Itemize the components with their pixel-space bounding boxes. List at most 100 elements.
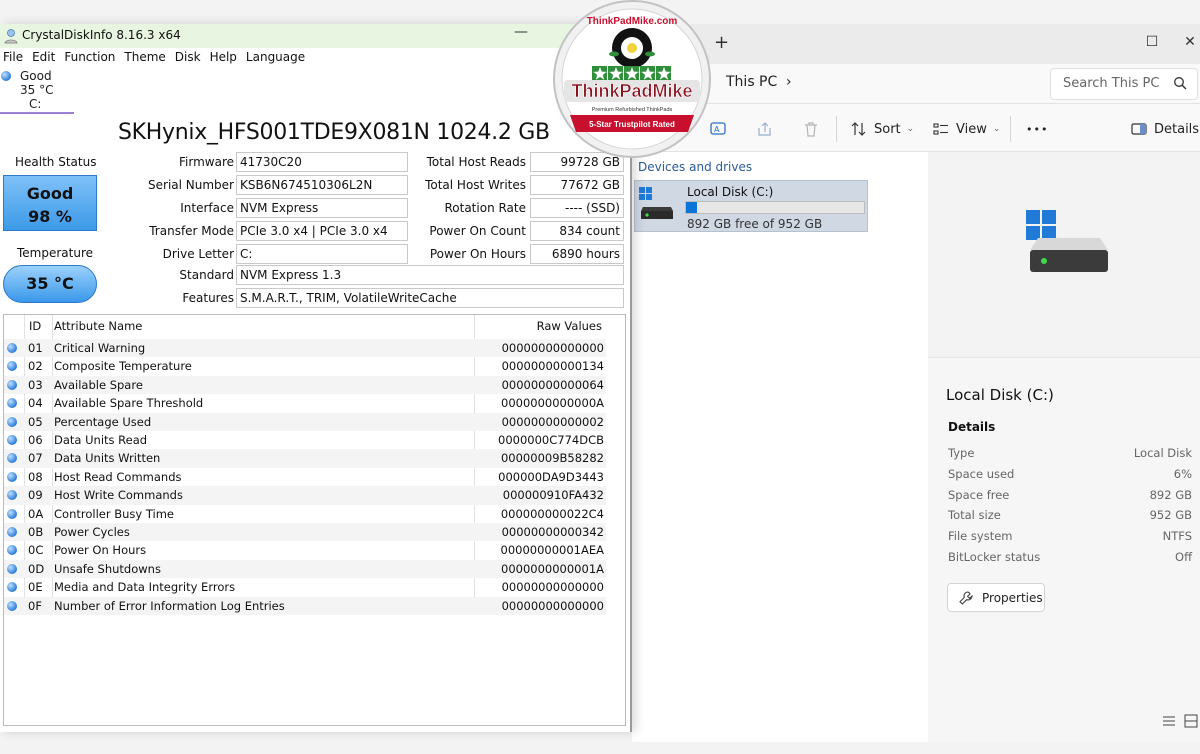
standard-value: NVM Express 1.3	[236, 265, 624, 285]
table-row[interactable]: 0F Number of Error Information Log Entrie…	[4, 596, 606, 615]
explorer-content: Devices and drives Local Disk (C:) 892 G…	[632, 152, 928, 742]
details-pane: Local Disk (C:) Details Type Local Disk Sp…	[928, 152, 1200, 742]
field-value: 41730C20	[236, 152, 408, 172]
field-value: NVM Express	[236, 198, 408, 218]
health-percent-value: 98 %	[28, 207, 72, 226]
header-attribute-name[interactable]: Attribute Name	[54, 319, 142, 333]
health-status-box[interactable]: Good 98 %	[3, 175, 97, 231]
attribute-raw-value: 00000000000002	[501, 414, 604, 429]
table-row[interactable]: 0A Controller Busy Time 000000000022C4	[4, 505, 606, 523]
status-dot-icon	[7, 490, 17, 501]
details-row: Space used 6%	[948, 467, 1192, 487]
share-button[interactable]	[756, 118, 774, 140]
new-tab-button[interactable]: +	[714, 34, 729, 52]
breadcrumb-this-pc[interactable]: This PC	[726, 74, 777, 90]
table-row[interactable]: 09 Host Write Commands 000000910FA432	[4, 486, 606, 505]
menu-item-file[interactable]: File	[3, 50, 23, 68]
details-value: 952 GB	[1149, 508, 1192, 523]
table-row[interactable]: 0D Unsafe Shutdowns 0000000000001A	[4, 559, 606, 579]
drive-tab-letter: C:	[29, 97, 42, 111]
header-id[interactable]: ID	[29, 319, 41, 333]
table-row[interactable]: 01 Critical Warning 00000000000000	[4, 339, 606, 358]
table-row[interactable]: 05 Percentage Used 00000000000002	[4, 412, 606, 431]
drive-label: Local Disk (C:)	[687, 185, 774, 199]
attribute-id: 0F	[28, 598, 42, 613]
maximize-button[interactable]: ☐	[1142, 34, 1162, 50]
menu-item-disk[interactable]: Disk	[175, 50, 201, 68]
menu-item-theme[interactable]: Theme	[124, 50, 165, 68]
rename-button[interactable]: A	[710, 118, 728, 140]
table-row[interactable]: 08 Host Read Commands 000000DA9D3443	[4, 468, 606, 486]
details-subtitle: Details	[948, 420, 996, 434]
field-label: Total Host Writes	[425, 178, 526, 192]
field-value: PCIe 3.0 x4 | PCIe 3.0 x4	[236, 221, 408, 241]
drive-tab-c[interactable]: Good 35 °C C:	[0, 68, 74, 114]
attribute-id: 08	[28, 469, 43, 484]
details-pane-icon	[1131, 123, 1147, 135]
menu-item-function[interactable]: Function	[64, 50, 115, 68]
share-icon	[758, 122, 771, 136]
attribute-id: 09	[28, 488, 43, 503]
attribute-id: 0B	[28, 525, 44, 539]
attribute-name: Available Spare	[54, 377, 143, 392]
attribute-raw-value: 00000000000000	[501, 580, 604, 595]
drive-tile-local-disk[interactable]: Local Disk (C:) 892 GB free of 952 GB	[634, 180, 868, 232]
crystaldiskinfo-app-icon	[4, 29, 18, 44]
tiles-view-icon[interactable]	[1184, 714, 1198, 728]
attribute-id: 03	[28, 377, 43, 392]
search-box[interactable]	[1050, 68, 1198, 100]
attribute-id: 01	[28, 341, 43, 355]
close-button[interactable]: ✕	[1180, 34, 1200, 50]
star-rating	[592, 66, 671, 81]
table-row[interactable]: 02 Composite Temperature 00000000000134	[4, 357, 606, 375]
view-button[interactable]: View ⌄	[932, 118, 1000, 140]
crystaldiskinfo-window: CrystalDiskInfo 8.16.3 x64 — File Edit Fun…	[0, 24, 632, 732]
menu-item-help[interactable]: Help	[210, 50, 237, 68]
table-row[interactable]: 0E Media and Data Integrity Errors 0000000…	[4, 578, 606, 596]
attribute-name: Percentage Used	[54, 414, 152, 429]
attribute-raw-value: 00000000000064	[501, 377, 604, 392]
field-value: 6890 hours	[530, 244, 624, 264]
status-dot-icon	[7, 453, 17, 464]
status-dot-icon	[7, 600, 17, 611]
sort-button[interactable]: Sort ⌄	[850, 118, 914, 140]
details-view-icon[interactable]	[1162, 714, 1176, 728]
status-dot-icon	[7, 471, 17, 482]
table-row[interactable]: 03 Available Spare 00000000000064	[4, 375, 606, 395]
chevron-down-icon: ⌄	[906, 124, 915, 134]
table-row[interactable]: 07 Data Units Written 00000009B58282	[4, 449, 606, 468]
menu-item-language[interactable]: Language	[246, 50, 305, 68]
field-label: Serial Number	[148, 178, 234, 192]
table-row[interactable]: 0C Power On Hours 00000000001AEA	[4, 541, 606, 559]
attribute-name: Host Read Commands	[54, 469, 182, 484]
table-row[interactable]: 04 Available Spare Threshold 0000000000000…	[4, 394, 606, 412]
field-label: Drive Letter	[162, 247, 234, 261]
details-row: Type Local Disk	[948, 446, 1192, 466]
attribute-raw-value: 00000000001AEA	[500, 543, 604, 558]
delete-button[interactable]	[802, 118, 820, 140]
minimize-button[interactable]: —	[514, 24, 528, 40]
details-pane-button[interactable]: Details	[1130, 118, 1199, 140]
breadcrumb-chevron-icon[interactable]: ›	[786, 74, 792, 90]
menu-item-edit[interactable]: Edit	[32, 50, 55, 68]
table-row[interactable]: 06 Data Units Read 0000000C774DCB	[4, 431, 606, 449]
sort-label: Sort	[874, 121, 901, 137]
search-input[interactable]	[1063, 76, 1171, 91]
attribute-raw-value: 0000000000001A	[501, 561, 604, 576]
header-raw-values[interactable]: Raw Values	[537, 319, 602, 333]
attribute-raw-value: 000000910FA432	[502, 488, 604, 503]
properties-button[interactable]: Properties	[947, 583, 1045, 612]
more-options-button[interactable]: •••	[1026, 118, 1048, 140]
attribute-raw-value: 00000000000342	[501, 525, 604, 539]
details-key: Space free	[948, 487, 1010, 502]
table-row[interactable]: 0B Power Cycles 00000000000342	[4, 523, 606, 542]
attribute-name: Power On Hours	[54, 543, 147, 558]
smart-table-header: ID Attribute Name Raw Values	[4, 319, 604, 337]
drive-model-title: SKHynix_HFS001TDE9X081N 1024.2 GB	[118, 120, 550, 145]
temperature-box[interactable]: 35 °C	[3, 265, 97, 303]
attribute-raw-value: 0000000000000A	[501, 396, 604, 411]
field-label: Transfer Mode	[149, 224, 234, 238]
toolbar-divider	[836, 116, 837, 142]
details-row: File system NTFS	[948, 529, 1192, 549]
details-key: Type	[948, 446, 975, 460]
